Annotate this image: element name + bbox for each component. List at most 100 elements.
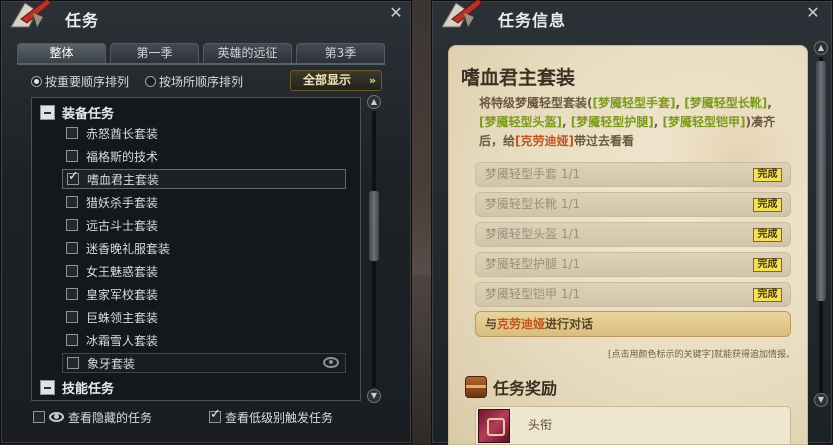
- talk-objective: 与克劳迪娅进行对话: [475, 311, 791, 337]
- tab-season-one[interactable]: 第一季: [110, 43, 199, 63]
- npc-link[interactable]: [克劳迪娅]: [515, 134, 574, 148]
- checkbox[interactable]: [33, 411, 45, 423]
- reward-header-label: 任务奖励: [493, 379, 558, 398]
- checkbox[interactable]: [67, 357, 79, 369]
- checkbox[interactable]: [66, 127, 78, 139]
- quest-window-titlebar[interactable]: 任务 ✕: [1, 0, 411, 37]
- keyword-link[interactable]: [梦魇轻型头盔]: [479, 115, 562, 129]
- checkbox[interactable]: [66, 242, 78, 254]
- treasure-chest-icon: [465, 376, 487, 398]
- eye-icon[interactable]: [323, 357, 339, 368]
- sort-by-importance-option[interactable]: 按重要顺序排列: [31, 73, 129, 90]
- quest-detail-panel: 嗜血君主套装 将特级梦魇轻型套装([梦魇轻型手套], [梦魇轻型长靴], [梦魇…: [448, 45, 808, 445]
- checkbox[interactable]: [66, 219, 78, 231]
- complete-badge: 完成: [753, 288, 782, 302]
- reward-item-label: 头衔: [528, 418, 553, 432]
- checkbox-checked[interactable]: [67, 169, 79, 185]
- desc-text: 带过去看看: [574, 134, 635, 148]
- collapse-icon[interactable]: [40, 104, 55, 120]
- category-equipment[interactable]: 装备任务: [40, 102, 114, 122]
- complete-badge: 完成: [753, 198, 782, 212]
- chevron-down-icon[interactable]: ▼: [367, 389, 381, 403]
- checkbox[interactable]: [66, 288, 78, 300]
- scroll-thumb[interactable]: [369, 191, 379, 261]
- item-label: 女王魅惑套装: [86, 264, 159, 279]
- list-item-selected[interactable]: 嗜血君主套装: [62, 169, 346, 189]
- checkbox[interactable]: [66, 311, 78, 323]
- quest-info-scrollbar[interactable]: ▲ ▼: [814, 41, 828, 441]
- list-item[interactable]: 巨蛛领主套装: [66, 307, 350, 327]
- quest-emblem-icon: [10, 0, 52, 28]
- list-item[interactable]: 象牙套装: [62, 353, 346, 373]
- quest-list: 装备任务 赤怒酋长套装 福格斯的技术 嗜血君主套装 猎妖杀手套装 远古斗士套装 …: [31, 97, 361, 401]
- desc-text: 将特级梦魇轻型套装(: [479, 96, 593, 110]
- item-label: 象牙套装: [87, 356, 136, 371]
- tab-overall[interactable]: 整体: [17, 43, 106, 63]
- quest-emblem-icon: [441, 0, 483, 28]
- category-skill[interactable]: 技能任务: [40, 377, 114, 397]
- keyword-link[interactable]: [梦魇轻型手套]: [593, 96, 676, 110]
- desc-text: ,: [767, 96, 772, 110]
- close-icon[interactable]: ✕: [804, 4, 822, 22]
- checkbox-checked[interactable]: [209, 407, 221, 423]
- radio-unselected-icon: [145, 75, 157, 87]
- chevron-down-icon[interactable]: ▼: [814, 393, 828, 407]
- title-reward-icon[interactable]: [478, 409, 510, 443]
- category-label: 技能任务: [62, 381, 115, 397]
- collapse-icon[interactable]: [40, 379, 55, 395]
- talk-prefix: 与: [485, 317, 498, 331]
- list-item[interactable]: 福格斯的技术: [66, 146, 350, 166]
- sort-by-location-option[interactable]: 按场所顺序排列: [145, 73, 243, 90]
- complete-badge: 完成: [753, 258, 782, 272]
- chevron-up-icon[interactable]: ▲: [367, 95, 381, 109]
- double-chevron-right-icon: »: [368, 74, 376, 87]
- sort-by-importance-label: 按重要顺序排列: [45, 74, 130, 89]
- objective-label: 梦魇轻型铠甲 1/1: [485, 287, 581, 301]
- scroll-thumb[interactable]: [816, 61, 826, 301]
- tab-divider: [17, 63, 385, 65]
- npc-link[interactable]: 克劳迪娅: [497, 317, 545, 331]
- objective-row: 梦魇轻型头盔 1/1 完成: [475, 222, 791, 247]
- item-label: 福格斯的技术: [86, 149, 159, 164]
- checkbox[interactable]: [66, 196, 78, 208]
- close-icon[interactable]: ✕: [387, 4, 405, 22]
- item-label: 冰霜雪人套装: [86, 333, 159, 348]
- quest-info-window: 任务信息 ✕ 嗜血君主套装 将特级梦魇轻型套装([梦魇轻型手套], [梦魇轻型长…: [431, 0, 833, 445]
- list-item[interactable]: 女王魅惑套装: [66, 261, 350, 281]
- tab-season-three[interactable]: 第3季: [296, 43, 385, 63]
- list-item[interactable]: 赤怒酋长套装: [66, 123, 350, 143]
- list-item[interactable]: 冰霜雪人套装: [66, 330, 350, 350]
- eye-icon: [49, 412, 64, 422]
- list-item[interactable]: 皇家军校套装: [66, 284, 350, 304]
- quest-window: 任务 ✕ 整体 第一季 英雄的远征 第3季 按重要顺序排列 按场所顺序排列 全部…: [0, 0, 412, 444]
- objective-row: 梦魇轻型长靴 1/1 完成: [475, 192, 791, 217]
- category-label: 装备任务: [62, 106, 115, 122]
- quest-info-titlebar[interactable]: 任务信息 ✕: [432, 0, 832, 37]
- keyword-link[interactable]: [梦魇轻型长靴]: [684, 96, 767, 110]
- keyword-link[interactable]: [梦魇轻型护腿]: [571, 115, 654, 129]
- quest-list-scrollbar[interactable]: ▲ ▼: [367, 95, 381, 405]
- show-all-button[interactable]: 全部显示 »: [290, 70, 382, 91]
- checkbox[interactable]: [66, 265, 78, 277]
- talk-suffix: 进行对话: [545, 317, 594, 331]
- item-label: 远古斗士套装: [86, 218, 159, 233]
- show-low-level-quests-toggle[interactable]: 查看低级别触发任务: [209, 407, 333, 426]
- show-hidden-quests-toggle[interactable]: 查看隐藏的任务: [33, 408, 152, 426]
- desc-text: ,: [561, 115, 571, 129]
- item-label: 皇家军校套装: [86, 287, 159, 302]
- objective-label: 梦魇轻型手套 1/1: [485, 167, 581, 181]
- list-item[interactable]: 远古斗士套装: [66, 215, 350, 235]
- list-item[interactable]: 猎妖杀手套装: [66, 192, 350, 212]
- list-item[interactable]: 迷香晚礼服套装: [66, 238, 350, 258]
- checkbox[interactable]: [66, 334, 78, 346]
- keyword-link[interactable]: [梦魇轻型铠甲]: [662, 115, 745, 129]
- tab-hero-expedition[interactable]: 英雄的远征: [203, 43, 292, 63]
- item-label: 嗜血君主套装: [87, 172, 160, 187]
- objective-row: 梦魇轻型铠甲 1/1 完成: [475, 282, 791, 307]
- chevron-up-icon[interactable]: ▲: [814, 41, 828, 55]
- keyword-hint: [点击用颜色标示的关键字]就能获得追加情报。: [607, 350, 795, 360]
- reward-item[interactable]: 头衔: [475, 406, 791, 444]
- desc-text: ,: [675, 96, 685, 110]
- checkbox[interactable]: [66, 150, 78, 162]
- quest-tabs: 整体 第一季 英雄的远征 第3季: [17, 43, 385, 63]
